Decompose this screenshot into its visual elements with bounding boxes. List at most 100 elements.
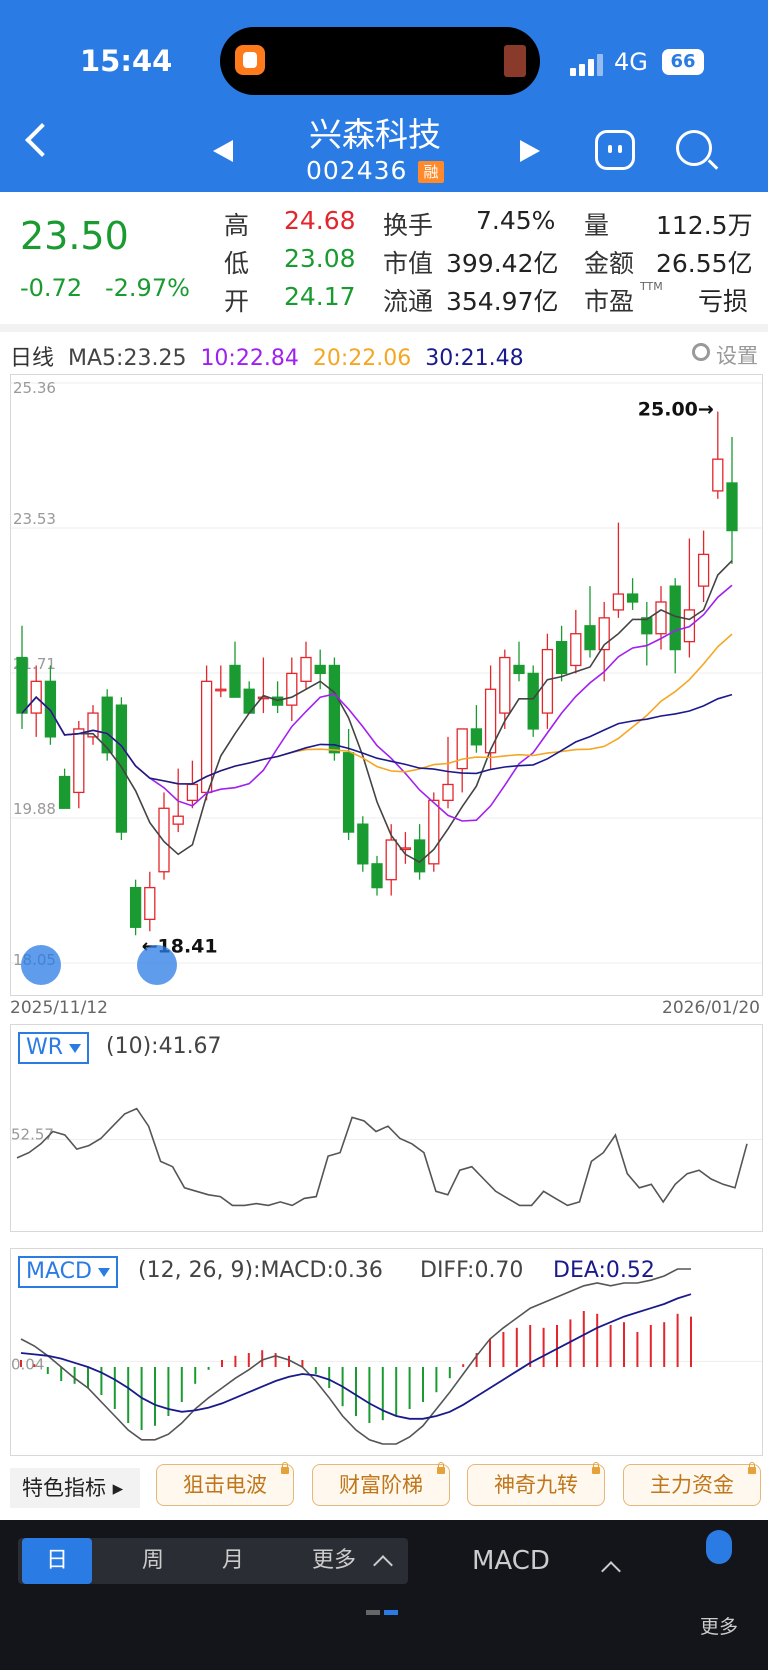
candle [612,522,625,618]
margin-badge: 融 [418,161,444,183]
candle [428,792,440,872]
search-icon[interactable] [676,130,712,166]
candle [555,625,568,682]
feature-button-4[interactable]: 主力资金 [623,1462,761,1506]
network-label: 4G [614,48,648,76]
candle [697,530,710,602]
candle-body [726,482,738,532]
candle-body [655,601,667,635]
lock-icon [592,1462,600,1474]
candle [712,411,724,499]
feature-indicator-label[interactable]: 特色指标 ▸ [10,1468,140,1508]
candle-body [300,656,312,682]
float-label: 流通 [383,287,434,316]
chevron-down-icon [97,1267,110,1277]
open-value: 24.17 [284,282,356,311]
candle-body [385,839,397,881]
candle [470,705,483,753]
candle [101,689,113,761]
candle-body [555,641,568,675]
candle-body [697,553,710,587]
candle-body [570,633,582,667]
tab-week[interactable]: 周 [118,1538,188,1584]
candle [44,665,57,745]
candle-body [328,664,341,754]
candle-body [626,593,639,603]
ma30-label: 30:21.48 [425,346,524,371]
app-icon [235,45,265,75]
candle-body [712,458,724,492]
stock-name: 兴森科技 [309,115,441,154]
y-tick-label: 23.53 [13,510,56,528]
candle [286,657,298,722]
candle-body [357,823,369,865]
candle-body [229,664,241,698]
candle [58,768,71,809]
high-marker: 25.00→ [638,399,714,421]
ma10-label: 10:22.84 [200,346,299,371]
pe-ttm-sup: TTM [640,280,663,293]
back-arrow-icon[interactable] [25,123,59,157]
low-value: 23.08 [284,244,356,273]
candle [271,681,284,714]
candle-body [73,728,85,794]
candle [527,665,539,737]
y-tick-label: 19.88 [13,800,56,818]
more-label[interactable]: 更多 [700,1612,738,1639]
next-stock-icon[interactable] [520,140,540,162]
candle [399,832,412,864]
wr-value: (10):41.67 [106,1034,222,1059]
tab-more[interactable]: 更多 [304,1538,364,1584]
start-date: 2025/11/12 [10,998,108,1018]
ma30-line [21,693,733,785]
candle [413,824,426,880]
candle [144,871,156,932]
fullscreen-icon [137,945,177,985]
dea-value: DEA:0.52 [553,1258,655,1283]
dynamic-island [220,27,540,95]
more-icon[interactable] [706,1530,732,1564]
candle [87,705,99,745]
candle [115,697,128,841]
media-thumbnail [504,45,526,77]
chevron-up-icon[interactable] [601,1561,621,1581]
candle-body [541,648,554,714]
candle [300,641,312,690]
feature-button-3[interactable]: 神奇九转 [467,1462,605,1506]
candle-body [371,863,383,889]
tab-month[interactable]: 月 [198,1538,268,1584]
candle-body [172,815,184,825]
end-date: 2026/01/20 [662,998,760,1018]
candle [342,728,355,841]
wr-selector[interactable]: WR [18,1032,90,1064]
feature-button-1[interactable]: 狙击电波 [156,1462,294,1506]
indicator-switch[interactable]: MACD [472,1546,550,1576]
candle-body [215,688,227,692]
turnover-label: 换手 [383,211,434,240]
candle-body [129,886,142,928]
ma20-line [21,633,733,785]
settings-label[interactable]: 设置 [716,340,758,370]
gear-icon[interactable] [692,343,710,361]
candle-body [527,672,539,730]
diff-line [20,1268,691,1445]
candle-body [513,664,525,675]
prev-stock-icon[interactable] [213,140,233,162]
assistant-icon[interactable] [595,130,635,170]
feature-button-2[interactable]: 财富阶梯 [312,1462,450,1506]
candle [200,665,213,801]
period-label: 日线 [10,346,55,371]
kline-chart[interactable]: 25.3623.5321.7119.8818.0525.00→←18.41 [10,374,763,996]
candle-body [58,775,71,809]
open-label: 开 [224,287,250,316]
ma5-label: MA5:23.25 [68,346,187,371]
chevron-up-icon[interactable] [373,1555,393,1575]
macd-selector[interactable]: MACD [18,1256,118,1288]
pe-label: 市盈 [584,287,635,316]
amount-value: 26.55亿 [656,249,753,278]
mcap-value: 399.42亿 [446,249,559,278]
volume-label: 量 [584,211,610,240]
candle [541,633,554,729]
tab-day[interactable]: 日 [22,1538,92,1584]
y-tick-label: 25.36 [13,379,56,397]
